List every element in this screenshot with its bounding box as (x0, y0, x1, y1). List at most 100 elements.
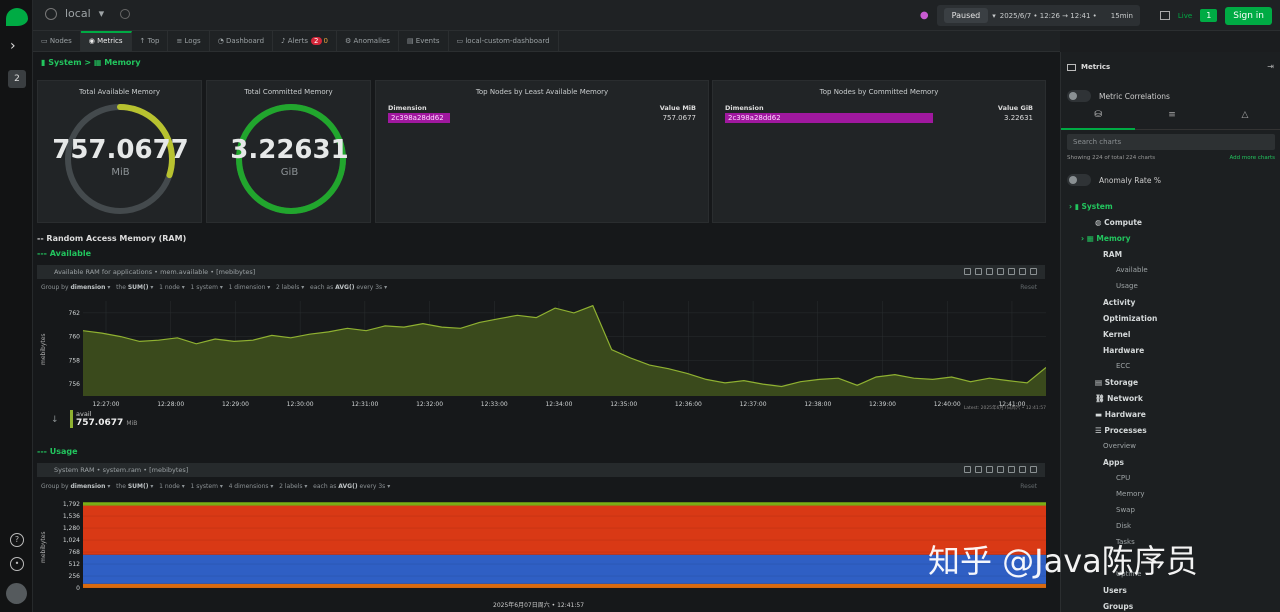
arrow-down-icon[interactable]: ↓ (51, 415, 59, 425)
tab-top[interactable]: ↑ Top (132, 31, 169, 52)
filter-icon[interactable]: ≡ (1135, 110, 1209, 130)
chevron-down-icon[interactable]: ▾ (99, 7, 105, 20)
sign-in-button[interactable]: Sign in (1225, 6, 1272, 25)
reset-button[interactable]: Reset (1020, 282, 1037, 294)
paused-button[interactable]: Paused (943, 8, 989, 23)
tree-processes[interactable]: ☰ Processes (1095, 426, 1147, 435)
tree-network[interactable]: ⛓ Network (1095, 394, 1143, 403)
x-tick-label: 12:37:00 (740, 401, 767, 408)
tree-groups[interactable]: Groups (1103, 602, 1133, 611)
tree-swap[interactable]: Swap (1116, 506, 1135, 514)
collapse-icon[interactable]: ⇥ (1267, 62, 1274, 71)
tab-charts-icon[interactable]: ⛁ (1061, 110, 1135, 130)
tree-compute[interactable]: ◍ Compute (1095, 218, 1142, 227)
y-tick-label: 1,792 (63, 501, 80, 508)
col-value: Value GiB (997, 104, 1033, 112)
breadcrumb-current[interactable]: Memory (104, 58, 140, 67)
footer-time: 2025年6月07日周六 • 12:41:57 (493, 602, 585, 609)
bell-icon[interactable]: △ (1209, 110, 1280, 130)
tree-app-memory[interactable]: Memory (1116, 490, 1144, 498)
space-badge[interactable]: 2 (8, 70, 26, 88)
anomaly-rate-toggle[interactable] (1067, 174, 1091, 186)
metric-correlations-toggle[interactable] (1067, 90, 1091, 102)
netdata-logo-icon[interactable] (6, 8, 28, 26)
tree-cpu[interactable]: CPU (1116, 474, 1130, 482)
expand-sidebar-icon[interactable]: › (10, 38, 16, 54)
time-control[interactable]: Paused ▾ 2025/6/7 • 12:26 → 12:41 • 15mi… (936, 5, 1140, 26)
tree-hardware-root[interactable]: ▬ Hardware (1095, 410, 1146, 419)
tree-usage[interactable]: Usage (1116, 282, 1138, 290)
add-more-link[interactable]: Add more charts (1229, 155, 1275, 161)
tree-users[interactable]: Users (1103, 586, 1127, 595)
top-least-panel: Top Nodes by Least Available Memory Dime… (375, 80, 709, 223)
breadcrumb-root[interactable]: System (48, 58, 81, 67)
tab-dashboard[interactable]: ◔ Dashboard (210, 31, 274, 52)
latest-timestamp: Latest: 2025年6月7日周六 • 12:41:57 (963, 406, 1046, 411)
avail-area (83, 305, 1046, 396)
tab-custom-dashboard[interactable]: ▭ local-custom-dashboard (449, 31, 559, 52)
ram-band-2 (83, 505, 1046, 555)
tree-overview[interactable]: Overview (1103, 442, 1136, 450)
dimension-bar[interactable]: 2c398a28dd62 (725, 113, 933, 123)
chart-toolbar[interactable] (964, 268, 1037, 275)
toggle-label: Anomaly Rate % (1099, 176, 1161, 185)
tree-storage[interactable]: ▤ Storage (1095, 378, 1138, 387)
tab-nodes[interactable]: ▭ Nodes (33, 31, 81, 52)
x-tick-label: 12:29:00 (222, 401, 249, 408)
y-tick-label: 0 (76, 585, 80, 592)
gear-icon[interactable] (120, 8, 131, 19)
room-selector[interactable]: local (65, 7, 91, 20)
chart-options[interactable]: Group by dimension ▾ the SUM() ▾ 1 node … (37, 481, 1045, 493)
toggle-label: Metric Correlations (1099, 92, 1170, 101)
y-tick-label: 1,536 (63, 513, 80, 520)
tree-apps[interactable]: Apps (1103, 458, 1124, 467)
ram-band-0 (83, 583, 1046, 588)
reset-button[interactable]: Reset (1020, 481, 1037, 493)
available-ram-chart[interactable]: 756 758 760 762 12:27:00 12:28:00 12:29:00 12:3… (33, 296, 1046, 421)
tab-metrics[interactable]: ◉ Metrics (80, 31, 132, 52)
chart-options[interactable]: Group by dimension ▾ the SUM() ▾ 1 node … (37, 282, 1045, 294)
x-tick-label: 12:40:00 (934, 401, 961, 408)
dimension-bar[interactable]: 2c398a28dd62 (388, 113, 450, 123)
avatar[interactable] (6, 583, 27, 604)
x-tick-label: 12:39:00 (869, 401, 896, 408)
grid-icon: ▦ (93, 58, 102, 67)
search-input[interactable]: Search charts (1067, 134, 1275, 150)
tab-events[interactable]: ▤ Events (399, 31, 449, 52)
x-tick-label: 12:33:00 (481, 401, 508, 408)
tree-system[interactable]: › ▮ System (1069, 202, 1113, 211)
bulb-icon[interactable]: ● (920, 10, 929, 21)
tree-memory[interactable]: › ▦ Memory (1081, 234, 1131, 243)
gauge-unit: GiB (280, 167, 299, 178)
time-range[interactable]: 2025/6/7 • 12:26 → 12:41 • (1000, 12, 1097, 20)
table-icon[interactable] (1159, 11, 1170, 20)
tree-available[interactable]: Available (1116, 266, 1148, 274)
tree-disk[interactable]: Disk (1116, 522, 1131, 530)
breadcrumb: ▮ System > ▦ Memory (41, 58, 141, 67)
help-icon[interactable]: ? (10, 533, 24, 547)
chevron-down-icon[interactable]: ▾ (992, 12, 996, 20)
tree-ram[interactable]: RAM (1103, 250, 1122, 259)
right-panel: Metrics ⇥ Metric Correlations ⛁ ≡ △ Sear… (1060, 52, 1280, 612)
tab-alerts[interactable]: ♪ Alerts 2 0 (273, 31, 337, 52)
tab-anomalies[interactable]: ⚙ Anomalies (337, 31, 399, 52)
col-value: Value MiB (659, 104, 696, 112)
live-count-badge[interactable]: 1 (1200, 9, 1218, 22)
duration[interactable]: 15min (1111, 12, 1133, 20)
gauge-unit: MiB (111, 167, 130, 178)
tab-logs[interactable]: ≡ Logs (168, 31, 210, 52)
x-tick-label: 12:28:00 (157, 401, 184, 408)
tree-activity[interactable]: Activity (1103, 298, 1135, 307)
right-tabs: ⛁ ≡ △ (1061, 110, 1280, 130)
ram-band-1 (83, 554, 1046, 584)
tree-kernel[interactable]: Kernel (1103, 330, 1130, 339)
y-tick-label: 1,280 (63, 525, 80, 532)
system-ram-chart[interactable]: 0 256 512 768 1,024 1,280 1,536 1,792 (33, 496, 1046, 596)
chart-toolbar[interactable] (964, 466, 1037, 473)
tree-hardware[interactable]: Hardware (1103, 346, 1144, 355)
settings-icon[interactable]: • (10, 557, 24, 571)
chart-title: Available RAM for applications • mem.ava… (54, 268, 256, 276)
legend-avail[interactable]: avail 757.0677 MiB (70, 410, 137, 428)
tree-optimization[interactable]: Optimization (1103, 314, 1157, 323)
tree-ecc[interactable]: ECC (1116, 362, 1130, 370)
